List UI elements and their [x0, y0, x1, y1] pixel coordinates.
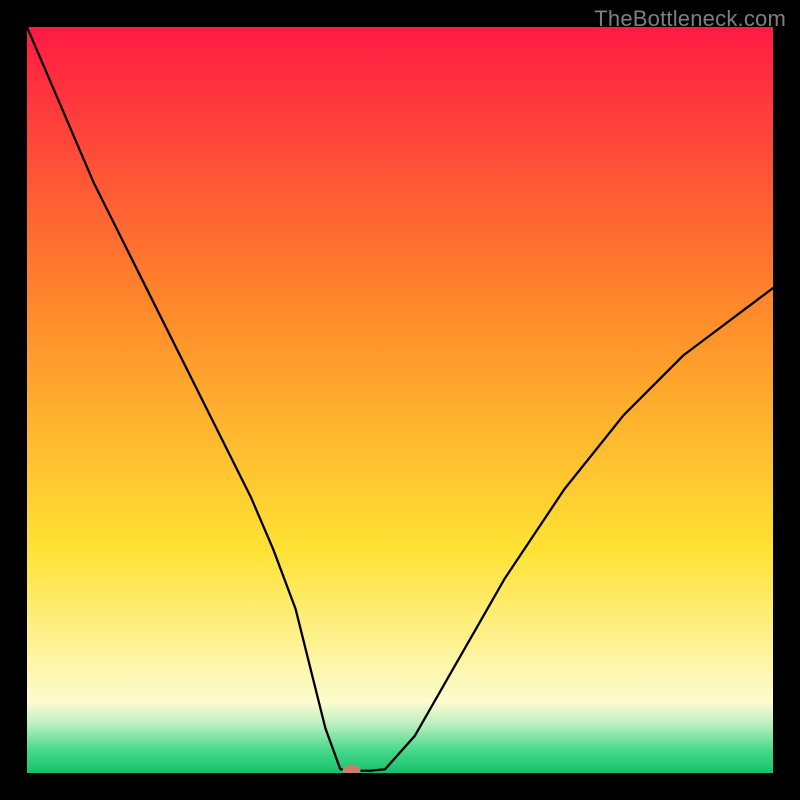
watermark-label: TheBottleneck.com [594, 6, 786, 32]
optimal-marker [343, 765, 360, 773]
bottleneck-chart [27, 27, 773, 773]
gradient-background [27, 27, 773, 773]
chart-frame: TheBottleneck.com [0, 0, 800, 800]
